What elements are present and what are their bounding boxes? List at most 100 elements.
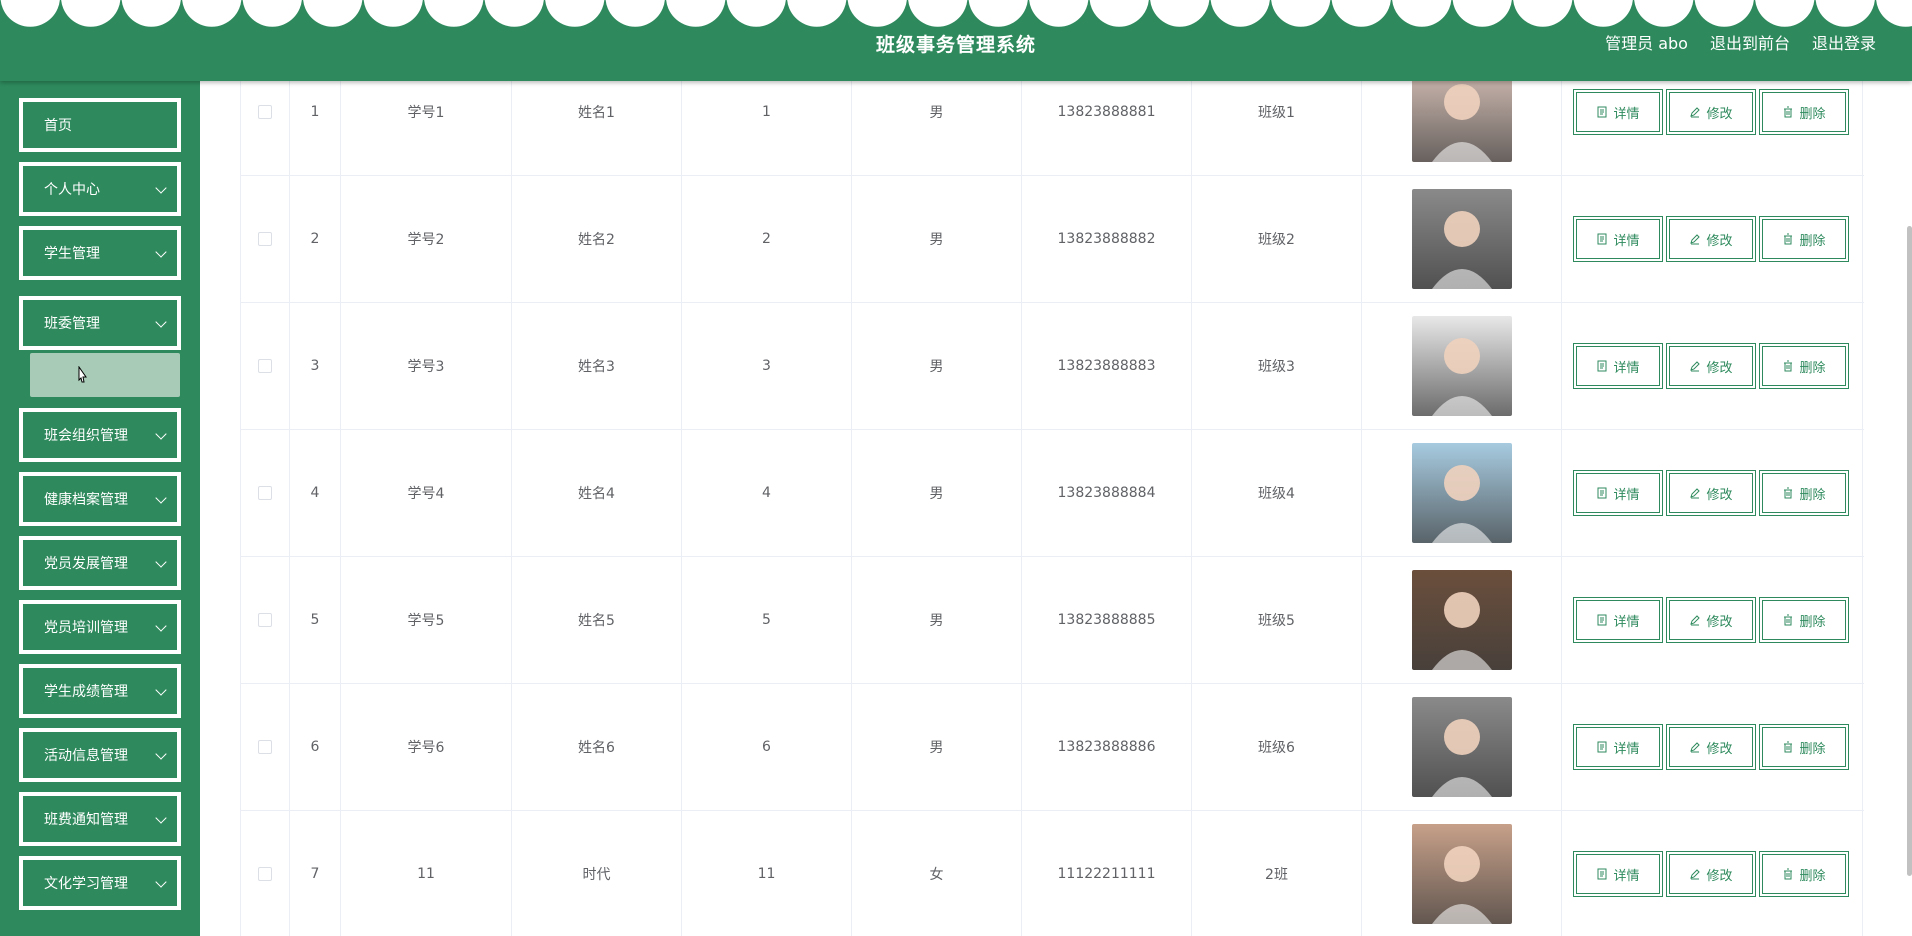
sidebar-item[interactable]: 活动信息管理 <box>19 728 181 782</box>
edit-button[interactable]: 修改 <box>1666 343 1756 389</box>
cell-gender: 男 <box>852 303 1022 429</box>
cell-index: 5 <box>290 557 341 683</box>
cell-text: 男 <box>929 613 944 629</box>
cell-text: 姓名4 <box>578 486 615 502</box>
exit-to-frontend-link[interactable]: 退出到前台 <box>1710 30 1790 54</box>
sidebar-item-label: 班费通知管理 <box>44 812 128 828</box>
cell-text: 班级3 <box>1258 359 1295 375</box>
cell-text: 5 <box>310 612 320 628</box>
sidebar-item[interactable]: 党员培训管理 <box>19 600 181 654</box>
sidebar-item[interactable]: 党员发展管理 <box>19 536 181 590</box>
sidebar-item-label: 党员发展管理 <box>44 556 128 572</box>
document-icon <box>1596 868 1608 880</box>
edit-button-label: 修改 <box>1706 233 1733 249</box>
sidebar-item-label: 活动信息管理 <box>44 748 128 764</box>
edit-button[interactable]: 修改 <box>1666 470 1756 516</box>
cell-seq: 3 <box>682 303 852 429</box>
detail-button[interactable]: 详情 <box>1573 470 1663 516</box>
header-links: 管理员 abo 退出到前台 退出登录 <box>1605 30 1876 54</box>
row-checkbox[interactable] <box>258 613 272 627</box>
delete-button[interactable]: 删除 <box>1759 216 1849 262</box>
pencil-icon <box>1689 868 1701 880</box>
delete-button[interactable]: 删除 <box>1759 597 1849 643</box>
cell-student-no: 学号3 <box>341 303 512 429</box>
detail-button-label: 详情 <box>1613 741 1640 757</box>
edit-button[interactable]: 修改 <box>1666 89 1756 135</box>
cell-text: 2 <box>762 231 771 247</box>
logout-link[interactable]: 退出登录 <box>1812 30 1876 54</box>
cell-phone: 13823888883 <box>1022 303 1192 429</box>
sidebar-item[interactable]: 班委管理 <box>19 296 181 350</box>
detail-button[interactable]: 详情 <box>1573 89 1663 135</box>
edit-button[interactable]: 修改 <box>1666 216 1756 262</box>
cell-text: 13823888886 <box>1057 739 1156 755</box>
sidebar-item[interactable]: 文化学习管理 <box>19 856 181 910</box>
row-checkbox[interactable] <box>258 105 272 119</box>
sidebar-item-label: 党员培训管理 <box>44 620 128 636</box>
sidebar-item[interactable]: 学生成绩管理 <box>19 664 181 718</box>
cell-text: 13823888885 <box>1057 612 1156 628</box>
edit-button[interactable]: 修改 <box>1666 724 1756 770</box>
cell-text: 1 <box>762 104 771 120</box>
sidebar-item[interactable]: 班费通知管理 <box>19 792 181 846</box>
delete-button[interactable]: 删除 <box>1759 89 1849 135</box>
edit-button-label: 修改 <box>1706 614 1733 630</box>
row-checkbox[interactable] <box>258 486 272 500</box>
cell-text: 3 <box>762 358 771 374</box>
student-photo <box>1411 443 1512 543</box>
chevron-down-icon <box>155 812 167 824</box>
delete-button-label: 删除 <box>1799 360 1826 376</box>
cell-class: 班级5 <box>1192 557 1362 683</box>
cell-phone: 13823888884 <box>1022 430 1192 556</box>
admin-user-link[interactable]: 管理员 abo <box>1605 30 1688 54</box>
cell-gender: 男 <box>852 430 1022 556</box>
edit-button-label: 修改 <box>1706 106 1733 122</box>
document-icon <box>1596 360 1608 372</box>
chevron-down-icon <box>155 246 167 258</box>
sidebar-item[interactable]: 首页 <box>19 98 181 152</box>
avatar-cell <box>1362 684 1562 810</box>
detail-button[interactable]: 详情 <box>1573 343 1663 389</box>
detail-button[interactable]: 详情 <box>1573 724 1663 770</box>
detail-button[interactable]: 详情 <box>1573 216 1663 262</box>
student-photo <box>1411 697 1512 797</box>
delete-button[interactable]: 删除 <box>1759 343 1849 389</box>
vertical-scrollbar[interactable] <box>1907 226 1912 876</box>
sidebar-submenu-item-hovered[interactable] <box>30 353 180 397</box>
delete-button[interactable]: 删除 <box>1759 851 1849 897</box>
cell-text: 13823888883 <box>1057 358 1156 374</box>
edit-button[interactable]: 修改 <box>1666 851 1756 897</box>
cell-seq: 4 <box>682 430 852 556</box>
detail-button[interactable]: 详情 <box>1573 851 1663 897</box>
cell-student-no: 学号5 <box>341 557 512 683</box>
row-checkbox[interactable] <box>258 740 272 754</box>
detail-button[interactable]: 详情 <box>1573 597 1663 643</box>
row-checkbox[interactable] <box>258 359 272 373</box>
cell-index: 4 <box>290 430 341 556</box>
row-checkbox[interactable] <box>258 867 272 881</box>
delete-button[interactable]: 删除 <box>1759 470 1849 516</box>
detail-button-label: 详情 <box>1613 106 1640 122</box>
cell-text: 男 <box>929 232 944 248</box>
edit-button[interactable]: 修改 <box>1666 597 1756 643</box>
delete-button[interactable]: 删除 <box>1759 724 1849 770</box>
edit-button-label: 修改 <box>1706 741 1733 757</box>
sidebar-item-label: 首页 <box>44 118 72 134</box>
sidebar-item[interactable]: 个人中心 <box>19 162 181 216</box>
select-cell <box>241 303 290 429</box>
detail-button-label: 详情 <box>1613 360 1640 376</box>
trash-icon <box>1782 614 1794 626</box>
cell-seq: 2 <box>682 176 852 302</box>
sidebar-item[interactable]: 班会组织管理 <box>19 408 181 462</box>
cell-class: 班级6 <box>1192 684 1362 810</box>
chevron-down-icon <box>155 182 167 194</box>
pencil-icon <box>1689 360 1701 372</box>
edit-button-label: 修改 <box>1706 360 1733 376</box>
sidebar-item[interactable]: 健康档案管理 <box>19 472 181 526</box>
chevron-down-icon <box>155 316 167 328</box>
edit-button-label: 修改 <box>1706 868 1733 884</box>
cell-text: 6 <box>762 739 771 755</box>
sidebar-item[interactable]: 学生管理 <box>19 226 181 280</box>
sidebar-item-label: 学生管理 <box>44 246 100 262</box>
row-checkbox[interactable] <box>258 232 272 246</box>
